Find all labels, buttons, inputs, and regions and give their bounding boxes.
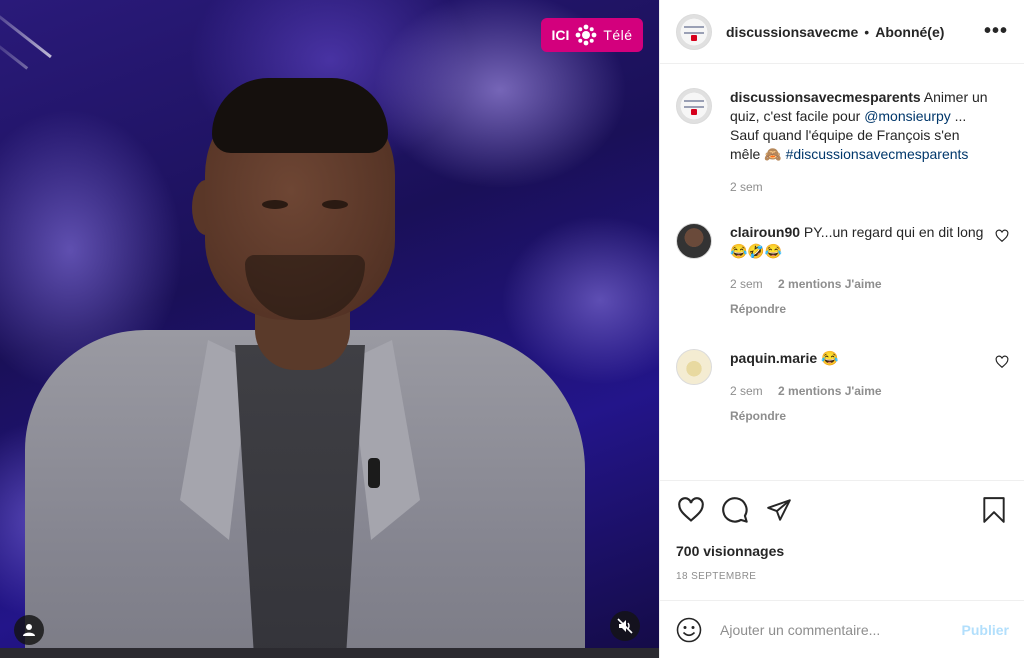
lapel-mic [368,458,380,488]
like-button[interactable] [676,495,706,525]
list-item: clairoun90 PY...un regard qui en dit lon… [676,223,1009,319]
comment-username[interactable]: clairoun90 [730,224,800,240]
like-comment-heart-icon[interactable] [995,355,1009,369]
video-player[interactable]: ICI Télé [0,0,659,658]
post-actions: 700 visionnages 18 SEPTEMBRE [660,480,1024,582]
post-header: discussionsavecme • Abonné(e) ••• [660,0,1024,64]
caption-username[interactable]: discussionsavecmesparents [730,89,921,105]
reply-button[interactable]: Répondre [730,300,990,319]
presenter-eye [322,200,348,209]
brand-right: Télé [603,27,633,43]
comment-button[interactable] [720,495,750,525]
caption-time[interactable]: 2 sem [730,180,763,194]
avatar-lines [684,100,704,108]
reply-button[interactable]: Répondre [730,407,990,426]
radio-canada-gem-icon [575,24,597,46]
ici-tele-logo: ICI Télé [541,18,643,52]
share-icon [767,499,791,521]
view-count[interactable]: 700 visionnages [676,543,1009,559]
presenter-shirt [235,345,365,658]
comment-meta: 2 sem 2 mentions J'aime [730,275,990,294]
post-date[interactable]: 18 SEPTEMBRE [676,571,1009,582]
brand-left: ICI [551,27,570,43]
header-username[interactable]: discussionsavecme [726,24,858,40]
comment-meta: 2 sem 2 mentions J'aime [730,382,990,401]
comment-username[interactable]: paquin.marie [730,350,817,366]
desk [0,648,659,658]
bookmark-icon [983,497,1005,523]
save-button[interactable] [979,495,1009,525]
more-options-icon[interactable]: ••• [984,20,1008,43]
caption: discussionsavecmesparents Animer un quiz… [676,88,1009,197]
comment-input[interactable]: Ajouter un commentaire... [720,622,962,638]
like-comment-heart-icon[interactable] [995,229,1009,243]
avatar-lines [684,25,704,34]
follow-status-button[interactable]: Abonné(e) [875,24,944,40]
list-item: paquin.marie 😂 2 sem 2 mentions J'aime R… [676,349,1009,426]
maple-leaf-icon [691,34,697,41]
caption-mention[interactable]: @monsieurpy [864,108,951,124]
heart-icon [678,497,704,522]
header-separator: • [864,23,870,40]
action-icons [676,495,1009,525]
caption-body: discussionsavecmesparents Animer un quiz… [730,88,990,197]
emoji-icon[interactable] [676,617,702,643]
presenter-hair [212,78,388,153]
comment-likes[interactable]: 2 mentions J'aime [778,277,882,291]
comment-icon [722,497,748,523]
caption-hashtag[interactable]: #discussionsavecmesparents [786,146,969,162]
comment-body: paquin.marie 😂 2 sem 2 mentions J'aime R… [730,349,990,426]
comment-text: 😂 [821,350,839,366]
post-sidebar: discussionsavecme • Abonné(e) ••• discus… [659,0,1024,658]
comment-time[interactable]: 2 sem [730,384,763,398]
avatar[interactable] [676,349,712,385]
share-button[interactable] [764,495,794,525]
add-comment-bar: Ajouter un commentaire... Publier [660,600,1024,658]
caption-meta: 2 sem [730,178,990,197]
comments-list: discussionsavecmesparents Animer un quiz… [660,64,1024,480]
avatar[interactable] [676,13,712,50]
speaker-muted-icon [617,618,633,634]
comment-likes[interactable]: 2 mentions J'aime [778,384,882,398]
tagged-users-button[interactable] [14,615,44,645]
mute-button[interactable] [610,611,640,641]
avatar[interactable] [676,223,712,259]
comment-time[interactable]: 2 sem [730,277,763,291]
person-icon [23,624,35,636]
maple-leaf-icon [691,109,697,115]
comment-body: clairoun90 PY...un regard qui en dit lon… [730,223,990,319]
publish-button[interactable]: Publier [962,622,1009,638]
avatar[interactable] [676,88,712,124]
light-streak [0,0,52,59]
presenter-eye [262,200,288,209]
